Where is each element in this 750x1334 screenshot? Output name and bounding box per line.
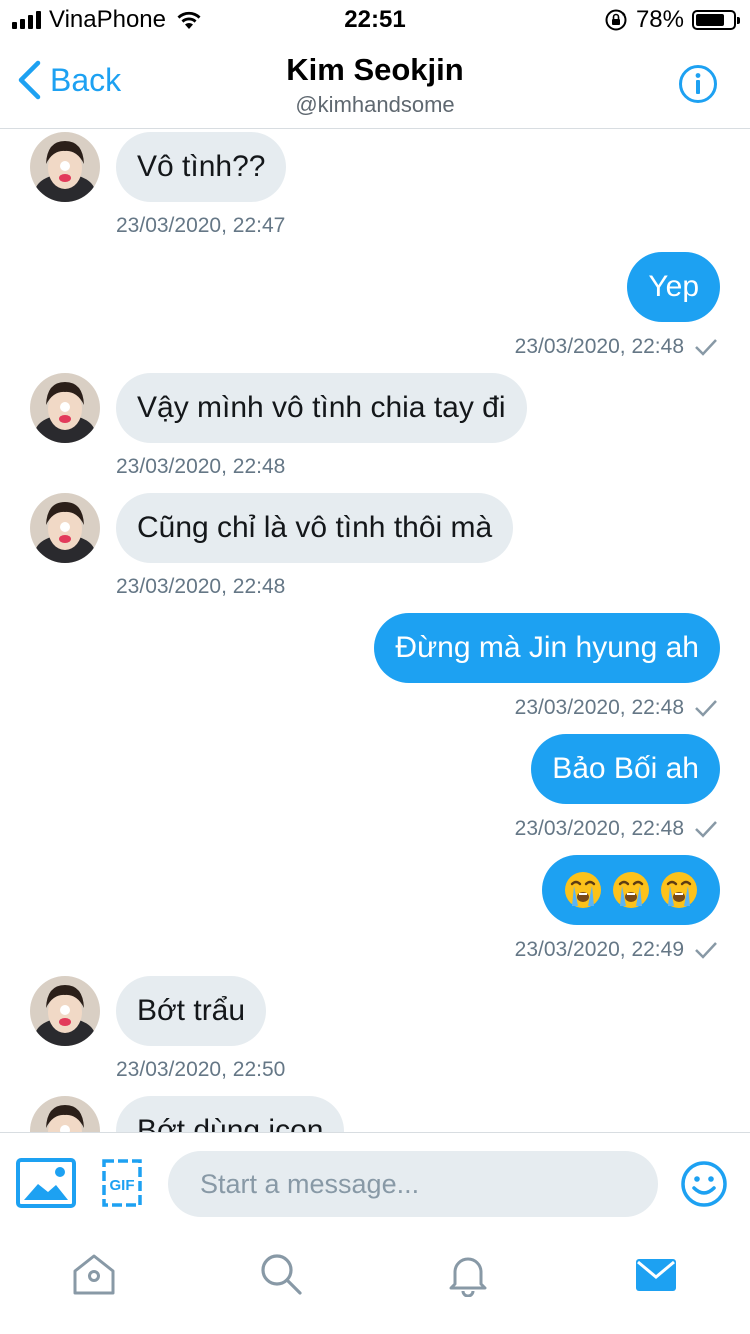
message-bubble[interactable]: Vậy mình vô tình chia tay đi — [116, 373, 527, 443]
status-bar: VinaPhone 22:51 78% — [0, 0, 750, 40]
info-icon[interactable] — [678, 64, 718, 104]
message-timestamp: 23/03/2020, 22:48 — [514, 696, 684, 719]
message-timestamp: 23/03/2020, 22:48 — [514, 335, 684, 358]
message-timestamp: 23/03/2020, 22:48 — [116, 455, 286, 478]
conversation-header: Back Kim Seokjin @kimhandsome — [0, 40, 750, 129]
battery-icon — [692, 10, 740, 30]
gif-icon: GIF — [102, 1159, 142, 1207]
tab-bar — [0, 1235, 750, 1334]
message-bubble[interactable]: Cũng chỉ là vô tình thôi mà — [116, 493, 514, 563]
contact-handle: @kimhandsome — [295, 92, 455, 117]
messages-icon[interactable] — [633, 1251, 679, 1297]
avatar[interactable] — [30, 132, 100, 202]
crying-face-icon — [659, 870, 699, 910]
battery-percent: 78% — [635, 6, 684, 33]
message-bubble[interactable] — [542, 855, 720, 925]
image-icon[interactable] — [16, 1158, 76, 1208]
message-bubble[interactable]: Bảo Bối ah — [531, 734, 720, 804]
home-icon[interactable] — [71, 1251, 117, 1297]
gif-button[interactable]: GIF — [102, 1159, 142, 1207]
crying-face-icon — [563, 870, 603, 910]
message-timestamp: 23/03/2020, 22:48 — [116, 575, 286, 598]
check-icon — [695, 821, 717, 838]
avatar[interactable] — [30, 373, 100, 443]
message-thread[interactable]: Vô tình?? 23/03/2020, 22:47 Yep 23/03/20… — [0, 129, 750, 1132]
message-timestamp: 23/03/2020, 22:49 — [514, 938, 684, 961]
message-bubble[interactable]: Vô tình?? — [116, 132, 287, 202]
avatar[interactable] — [30, 1096, 100, 1132]
crying-face-icon — [611, 870, 651, 910]
message-input[interactable] — [168, 1151, 658, 1217]
check-icon — [695, 942, 717, 959]
avatar[interactable] — [30, 976, 100, 1046]
check-icon — [695, 339, 717, 356]
message-timestamp: 23/03/2020, 22:48 — [514, 817, 684, 840]
message-bubble[interactable]: Đừng mà Jin hyung ah — [374, 613, 720, 683]
emoji-row — [563, 855, 699, 925]
message-timestamp: 23/03/2020, 22:50 — [116, 1058, 286, 1081]
message-timestamp: 23/03/2020, 22:47 — [116, 214, 286, 237]
orientation-lock-icon — [605, 9, 627, 31]
search-icon[interactable] — [258, 1251, 304, 1297]
message-bubble[interactable]: Bớt dùng icon — [116, 1096, 345, 1132]
emoji-icon[interactable] — [680, 1160, 728, 1208]
notifications-icon[interactable] — [445, 1251, 491, 1297]
message-bubble[interactable]: Yep — [627, 252, 720, 322]
gif-label: GIF — [110, 1177, 135, 1194]
avatar[interactable] — [30, 493, 100, 563]
contact-name: Kim Seokjin — [286, 52, 464, 87]
check-icon — [695, 700, 717, 717]
message-composer: GIF — [0, 1132, 750, 1236]
message-bubble[interactable]: Bớt trẩu — [116, 976, 267, 1046]
